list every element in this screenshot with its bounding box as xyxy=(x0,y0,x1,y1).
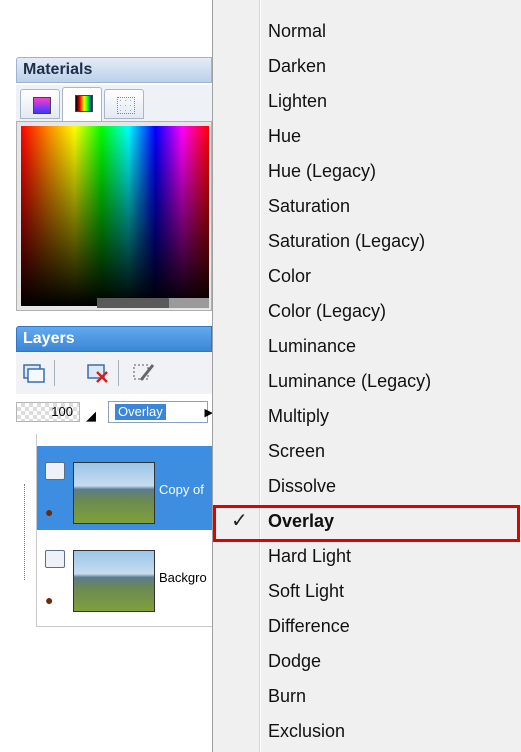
blend-mode-value: Overlay xyxy=(115,404,166,420)
visibility-eye-icon[interactable]: ● xyxy=(45,592,53,608)
menu-item-label: Screen xyxy=(268,441,326,461)
menu-item-label: Lighten xyxy=(268,91,328,111)
menu-item-label: Darken xyxy=(268,56,327,76)
raster-layer-icon xyxy=(45,462,65,480)
tab-swatch[interactable] xyxy=(20,89,60,119)
swatch-icon xyxy=(33,97,51,114)
menu-item-normal[interactable]: Normal xyxy=(213,14,521,49)
menu-item-luminance[interactable]: Luminance xyxy=(213,329,521,364)
tab-pattern[interactable] xyxy=(104,89,144,119)
menu-item-label: Saturation xyxy=(268,196,351,216)
menu-item-label: Saturation (Legacy) xyxy=(268,231,426,251)
raster-layer-icon xyxy=(45,550,65,568)
color-spectrum[interactable] xyxy=(16,121,212,311)
menu-item-label: Burn xyxy=(268,686,307,706)
menu-item-saturation[interactable]: Saturation xyxy=(213,189,521,224)
menu-item-label: Hue xyxy=(268,126,302,146)
layer-thumbnail xyxy=(73,462,155,524)
tab-spectrum[interactable] xyxy=(62,87,102,121)
blend-mode-menu: Normal Darken Lighten Hue Hue (Legacy) S… xyxy=(212,0,521,752)
visibility-eye-icon[interactable]: ● xyxy=(45,504,53,520)
opacity-field[interactable]: 100 xyxy=(16,402,80,422)
group-bracket xyxy=(24,484,31,580)
layer-name: Backgro xyxy=(159,570,207,585)
gradient-icon xyxy=(75,95,93,112)
materials-panel-title[interactable]: Materials xyxy=(16,57,212,83)
menu-item-hue-legacy[interactable]: Hue (Legacy) xyxy=(213,154,521,189)
menu-item-color[interactable]: Color xyxy=(213,259,521,294)
menu-item-saturation-legacy[interactable]: Saturation (Legacy) xyxy=(213,224,521,259)
menu-item-hard-light[interactable]: Hard Light xyxy=(213,539,521,574)
menu-item-label: Soft Light xyxy=(268,581,345,601)
menu-item-exclusion[interactable]: Exclusion xyxy=(213,714,521,749)
menu-item-label: Color (Legacy) xyxy=(268,301,387,321)
menu-item-screen[interactable]: Screen xyxy=(213,434,521,469)
menu-item-label: Multiply xyxy=(268,406,330,426)
pattern-icon xyxy=(117,97,135,114)
layer-row-background[interactable]: ● Backgro xyxy=(37,534,213,618)
blend-mode-select[interactable]: Overlay ▶ xyxy=(108,401,213,423)
menu-item-soft-light[interactable]: Soft Light xyxy=(213,574,521,609)
grayscale-bar-light[interactable] xyxy=(169,298,209,308)
palette-area: Materials Layers 100 ◢ Overlay ▶ ● Copy … xyxy=(12,0,217,752)
layer-name: Copy of xyxy=(159,482,204,497)
overlay-highlight-box xyxy=(213,505,520,542)
menu-item-label: Color xyxy=(268,266,312,286)
layer-row-copy[interactable]: ● Copy of xyxy=(37,446,213,530)
menu-item-label: Exclusion xyxy=(268,721,346,741)
spectrum-gradient[interactable] xyxy=(21,126,209,306)
delete-layer-icon[interactable] xyxy=(86,362,110,384)
menu-item-label: Luminance xyxy=(268,336,357,356)
menu-item-label: Hue (Legacy) xyxy=(268,161,377,181)
menu-item-lighten[interactable]: Lighten xyxy=(213,84,521,119)
materials-tabs xyxy=(16,85,212,121)
new-layer-icon[interactable] xyxy=(22,362,46,384)
layers-controls: 100 ◢ Overlay ▶ xyxy=(16,398,213,428)
layers-list: ● Copy of ● Backgro xyxy=(36,434,213,627)
menu-item-dissolve[interactable]: Dissolve xyxy=(213,469,521,504)
toolbar-separator xyxy=(118,360,119,386)
menu-item-difference[interactable]: Difference xyxy=(213,609,521,644)
menu-item-multiply[interactable]: Multiply xyxy=(213,399,521,434)
menu-item-burn[interactable]: Burn xyxy=(213,679,521,714)
toolbar-separator xyxy=(54,360,55,386)
layers-toolbar xyxy=(16,352,212,394)
menu-item-label: Hard Light xyxy=(268,546,352,566)
menu-item-label: Dissolve xyxy=(268,476,337,496)
opacity-slider-icon[interactable]: ◢ xyxy=(86,408,96,424)
menu-item-darken[interactable]: Darken xyxy=(213,49,521,84)
edit-selection-icon[interactable] xyxy=(132,362,156,384)
menu-item-luminance-legacy[interactable]: Luminance (Legacy) xyxy=(213,364,521,399)
menu-item-label: Dodge xyxy=(268,651,322,671)
menu-item-hue[interactable]: Hue xyxy=(213,119,521,154)
layer-thumbnail xyxy=(73,550,155,612)
menu-item-label: Normal xyxy=(268,21,327,41)
layers-panel-title[interactable]: Layers xyxy=(16,326,212,352)
menu-item-dodge[interactable]: Dodge xyxy=(213,644,521,679)
menu-item-label: Difference xyxy=(268,616,350,636)
menu-item-color-legacy[interactable]: Color (Legacy) xyxy=(213,294,521,329)
menu-item-label: Luminance (Legacy) xyxy=(268,371,432,391)
